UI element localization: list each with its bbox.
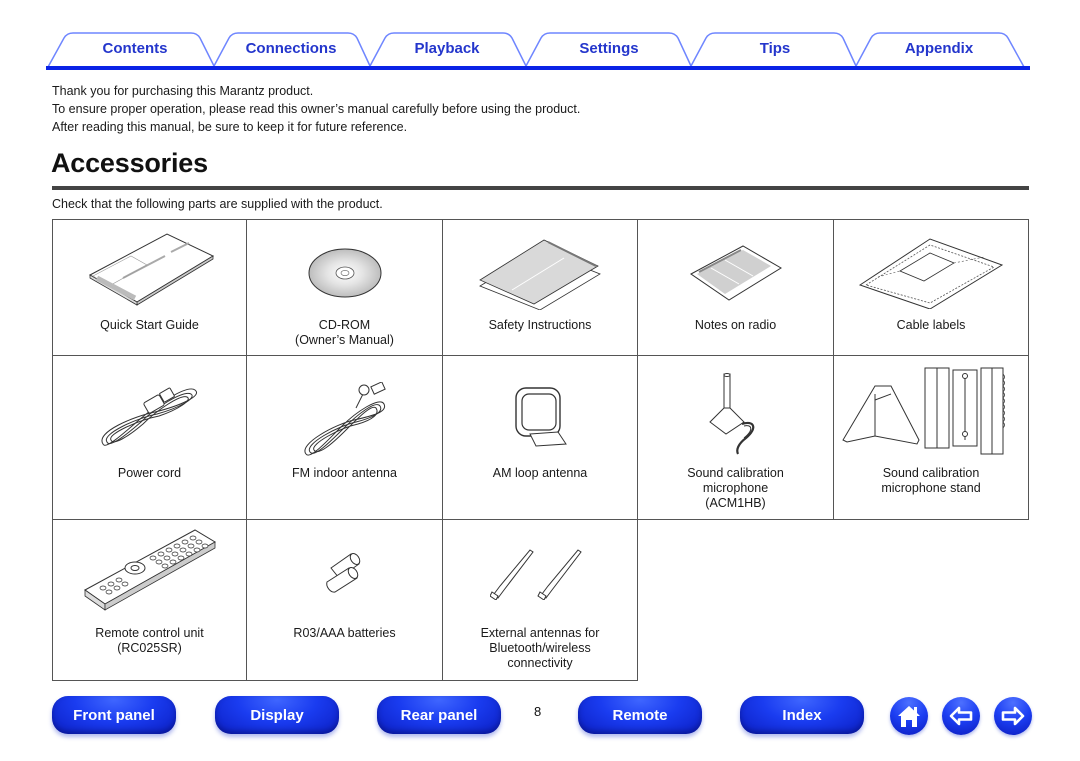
- tab-settings[interactable]: Settings: [534, 32, 684, 64]
- tab-rail: [46, 66, 1030, 70]
- forward-arrow-icon: [1001, 706, 1025, 726]
- notes-on-radio-icon: [689, 245, 782, 301]
- accessory-cell: FM indoor antenna: [246, 355, 443, 520]
- tab-playback[interactable]: Playback: [372, 32, 522, 64]
- accessory-label: Safety Instructions: [488, 318, 592, 332]
- accessory-cell: Notes on radio: [637, 219, 834, 356]
- accessory-label: R03/AAA batteries: [293, 626, 396, 640]
- intro-line: Thank you for purchasing this Marantz pr…: [52, 84, 314, 98]
- accessory-label: CD-ROM (Owner’s Manual): [295, 318, 394, 347]
- batteries-icon: [325, 553, 360, 593]
- accessory-cell: CD-ROM (Owner’s Manual): [246, 219, 443, 356]
- remote-button[interactable]: Remote: [578, 696, 702, 734]
- accessory-label: Cable labels: [896, 318, 966, 332]
- cd-rom-icon: [308, 248, 381, 298]
- remote-control-icon: [83, 529, 216, 611]
- back-arrow-icon: [949, 706, 973, 726]
- check-instructions: Check that the following parts are suppl…: [52, 197, 383, 211]
- intro-text: Thank you for purchasing this Marantz pr…: [52, 82, 580, 136]
- accessory-label: Power cord: [117, 466, 182, 480]
- intro-line: To ensure proper operation, please read …: [52, 102, 581, 116]
- am-loop-antenna-icon: [515, 387, 567, 447]
- accessory-label: Remote control unit (RC025SR): [95, 626, 204, 655]
- accessory-label: Sound calibration microphone stand: [881, 466, 981, 495]
- display-button[interactable]: Display: [215, 696, 339, 734]
- home-icon: [898, 706, 920, 727]
- title-divider: [52, 186, 1029, 190]
- accessory-cell: AM loop antenna: [442, 355, 638, 520]
- page-title: Accessories: [51, 148, 208, 178]
- accessory-label: External antennas for Bluetooth/wireless…: [480, 626, 600, 670]
- index-button[interactable]: Index: [740, 696, 864, 734]
- accessory-cell: Quick Start Guide: [52, 219, 247, 356]
- rear-panel-button[interactable]: Rear panel: [377, 696, 501, 734]
- accessory-label: Quick Start Guide: [100, 318, 199, 332]
- accessory-label: Notes on radio: [694, 318, 777, 332]
- fm-antenna-icon: [303, 382, 386, 456]
- external-antennas-icon: [490, 549, 582, 600]
- microphone-stand-icon: [842, 367, 1005, 455]
- accessory-label: FM indoor antenna: [292, 466, 397, 480]
- intro-line: After reading this manual, be sure to ke…: [52, 120, 408, 134]
- accessory-cell: Safety Instructions: [442, 219, 638, 356]
- cable-labels-icon: [858, 238, 1004, 309]
- back-button[interactable]: [942, 697, 980, 735]
- power-cord-icon: [101, 387, 197, 446]
- forward-button[interactable]: [994, 697, 1032, 735]
- quick-start-guide-icon: [88, 233, 214, 306]
- page-number: 8: [534, 704, 542, 719]
- accessory-cell: R03/AAA batteries: [246, 519, 443, 681]
- top-tab-bar: Contents Connections Playback Settings T…: [46, 30, 1030, 70]
- tab-contents[interactable]: Contents: [60, 32, 210, 64]
- tab-appendix[interactable]: Appendix: [864, 32, 1014, 64]
- accessory-cell: Power cord: [52, 355, 247, 520]
- accessory-cell: Sound calibration microphone stand: [833, 355, 1029, 520]
- accessory-cell: Cable labels: [833, 219, 1029, 356]
- accessory-cell: External antennas for Bluetooth/wireless…: [442, 519, 638, 681]
- home-button[interactable]: [890, 697, 928, 735]
- accessory-label: Sound calibration microphone (ACM1HB): [687, 466, 784, 510]
- front-panel-button[interactable]: Front panel: [52, 696, 176, 734]
- tab-tips[interactable]: Tips: [700, 32, 850, 64]
- safety-instructions-icon: [479, 239, 601, 310]
- accessory-cell: Remote control unit (RC025SR): [52, 519, 247, 681]
- accessory-cell: Sound calibration microphone (ACM1HB): [637, 355, 834, 520]
- accessory-label: AM loop antenna: [492, 466, 588, 480]
- microphone-icon: [708, 373, 754, 455]
- tab-connections[interactable]: Connections: [216, 32, 366, 64]
